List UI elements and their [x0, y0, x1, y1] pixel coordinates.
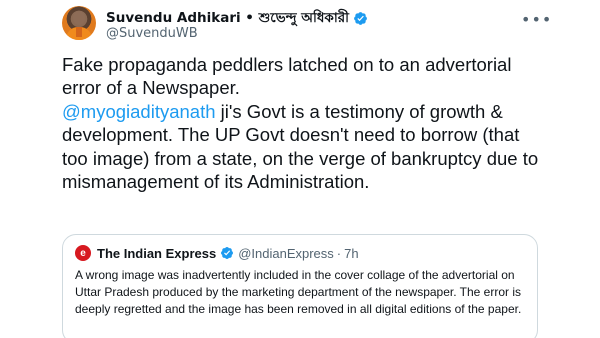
tweet-card: Suvendu Adhikari • শুভেন্দু অধিকারী @Suv… — [0, 0, 600, 338]
quoted-author-handle: @IndianExpress — [238, 245, 334, 261]
tweet-paragraph-1: Fake propaganda peddlers latched on to a… — [62, 54, 512, 99]
author-handle[interactable]: @SuvenduWB — [106, 26, 198, 41]
mention-link[interactable]: @myogiadityanath — [62, 101, 216, 122]
more-options-icon[interactable]: ••• — [521, 10, 552, 29]
quoted-author-name: The Indian Express — [97, 245, 217, 261]
avatar-face — [73, 11, 85, 25]
avatar[interactable] — [62, 6, 96, 40]
quoted-tweet-text: A wrong image was inadvertently included… — [75, 268, 522, 316]
quoted-tweet-header: e The Indian Express @IndianExpress · 7h — [75, 245, 525, 261]
quoted-verified-badge-icon — [221, 247, 234, 259]
indian-express-logo-icon: e — [75, 245, 91, 261]
quoted-timestamp[interactable]: 7h — [344, 246, 358, 261]
tweet-paragraph-2: @myogiadityanath ji's Govt is a testimon… — [62, 100, 542, 194]
quoted-separator: · — [336, 245, 342, 261]
quoted-tweet[interactable]: e The Indian Express @IndianExpress · 7h… — [62, 234, 538, 338]
avatar-collar — [76, 27, 82, 37]
tweet-text: Fake propaganda peddlers latched on to a… — [62, 53, 542, 193]
verified-badge-icon — [354, 12, 367, 25]
